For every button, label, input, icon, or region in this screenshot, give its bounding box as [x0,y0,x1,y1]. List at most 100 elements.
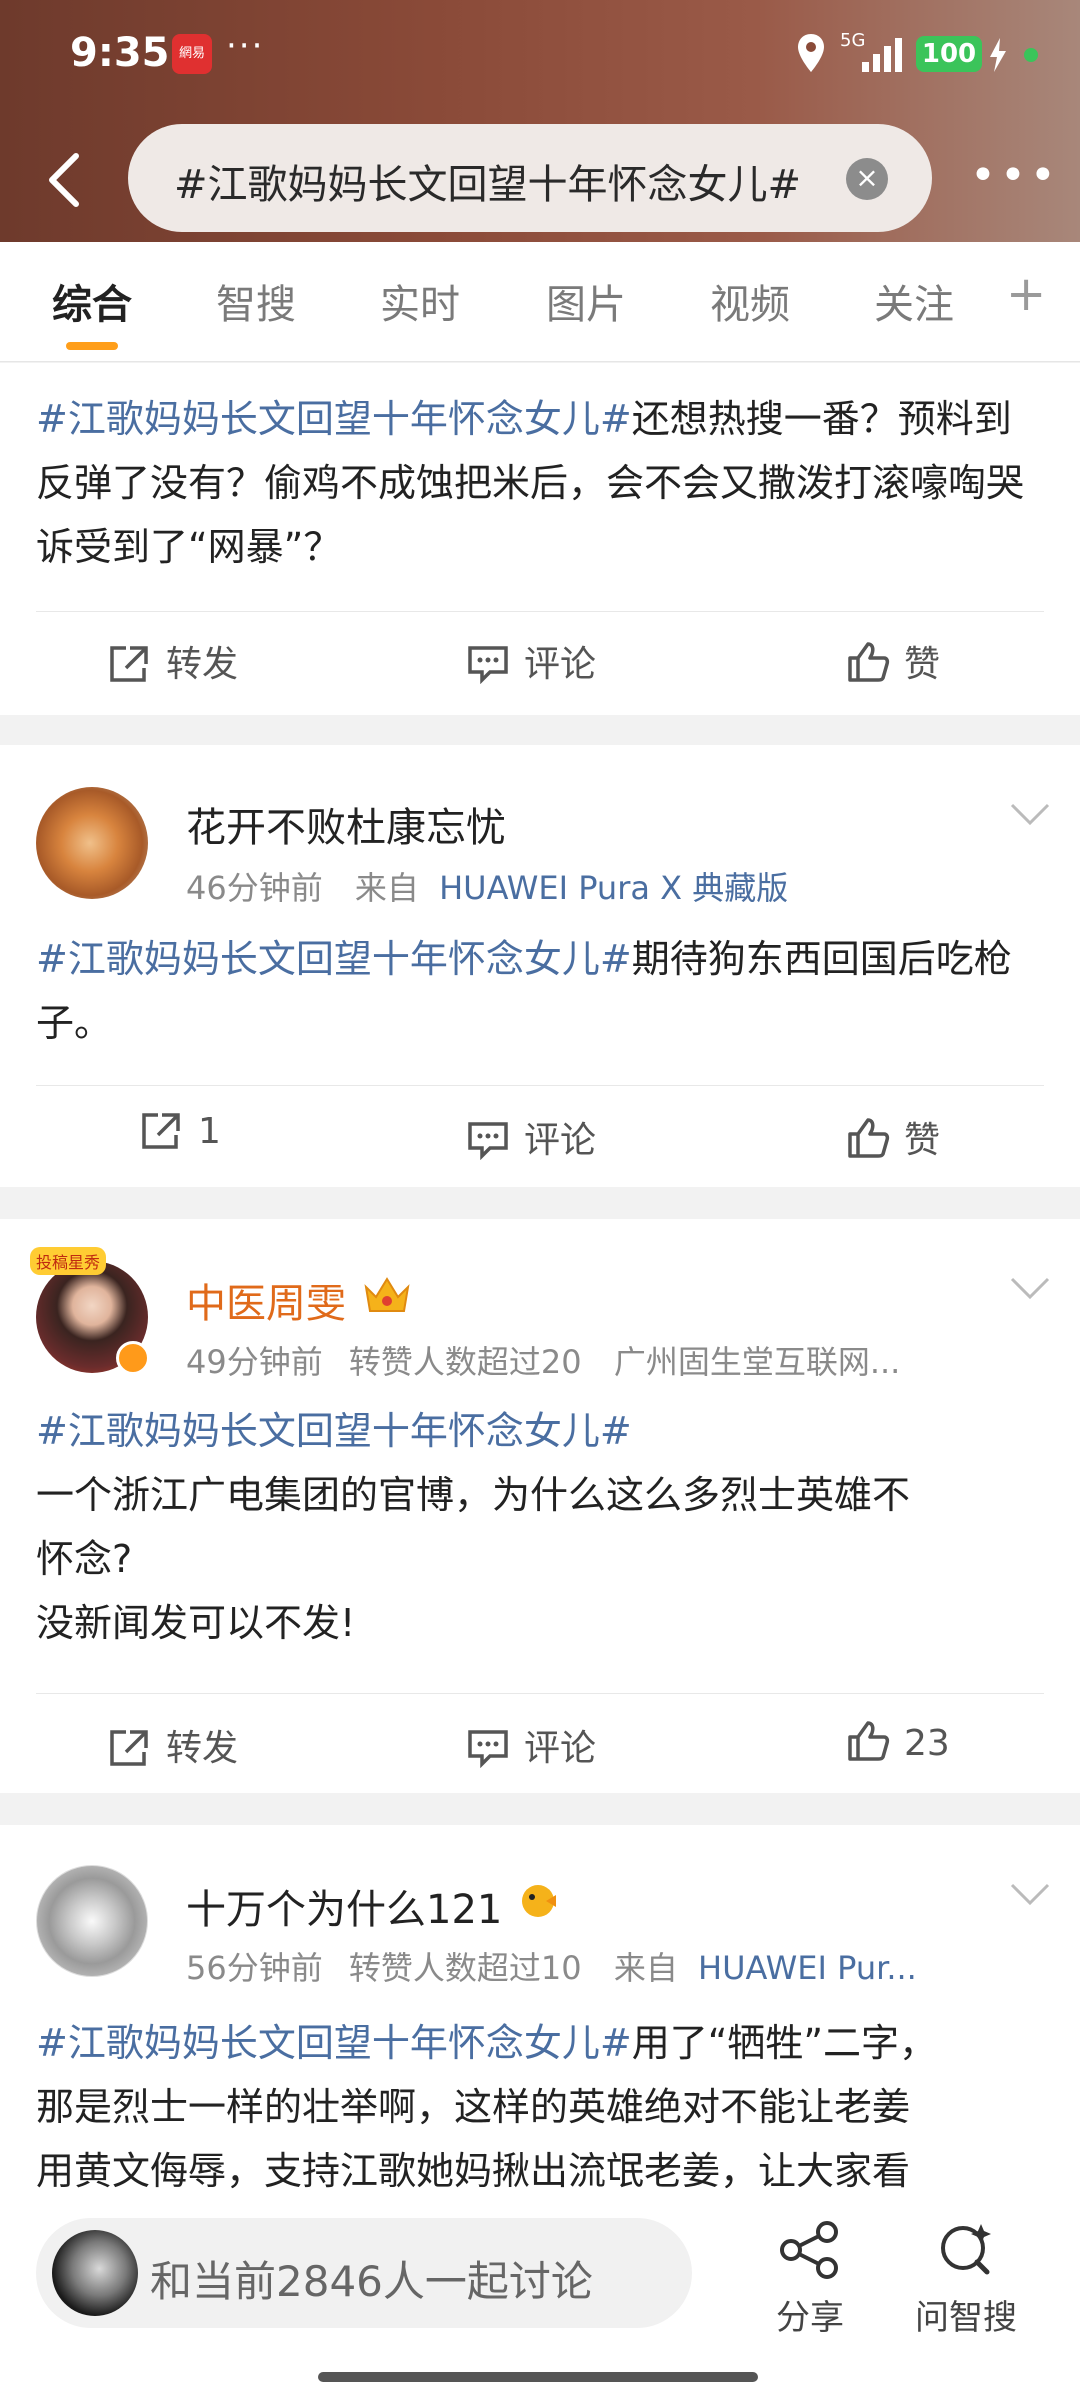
comment-button[interactable]: 评论 [466,635,596,687]
hashtag-link[interactable]: #江歌妈妈长文回望十年怀念女儿# [36,2021,632,2065]
like-label: 赞 [904,644,941,685]
comment-label: 评论 [524,1728,597,1769]
pufferfish-emoji-icon [522,1885,556,1917]
smart-search-icon [941,2224,991,2275]
repost-button[interactable]: 转发 [108,635,238,687]
post-source[interactable]: HUAWEI Pura X 典藏版 [439,869,788,907]
repost-label: 转发 [166,1728,239,1769]
post-source[interactable]: 广州固生堂互联网... [614,1343,901,1381]
location-icon [798,34,824,72]
repost-icon [110,646,148,682]
bottom-bar: 和当前2846人一起讨论 分享 问智搜 [0,2194,1080,2400]
tab-realtime[interactable]: 实时 [380,272,460,330]
divider [36,611,1044,612]
crown-icon [364,1277,410,1312]
status-bar: 9:35 網易 ··· 5G 100 [0,0,1080,110]
repost-icon [142,1113,180,1149]
home-indicator[interactable] [318,2372,758,2382]
like-label: 赞 [904,1120,941,1161]
username[interactable]: 花开不败杜康忘忧 [186,795,506,853]
like-button[interactable]: 赞 [846,1111,940,1163]
post-body-line: 那是烈士一样的壮举啊，这样的英雄绝对不能让老姜 [36,2085,911,2129]
chevron-down-icon[interactable] [1008,1275,1052,1301]
hashtag-link[interactable]: #江歌妈妈长文回望十年怀念女儿# [36,397,632,441]
avatar[interactable] [36,1865,148,1977]
post-body-line: 没新闻发可以不发! [36,1601,356,1645]
post-text: #江歌妈妈长文回望十年怀念女儿#还想热搜一番？预料到反弹了没有？偷鸡不成蚀把米后… [36,387,1046,579]
tab-videos[interactable]: 视频 [710,272,790,330]
divider [36,1693,1044,1694]
username[interactable]: 十万个为什么121 [186,1877,502,1935]
chevron-down-icon[interactable] [1008,801,1052,827]
like-button[interactable]: 赞 [846,635,940,687]
back-icon[interactable] [40,150,90,210]
repost-label: 转发 [166,644,239,685]
share-label: 分享 [776,2298,844,2338]
post-meta: 56分钟前 转赞人数超过10 来自 HUAWEI Pur... [186,1943,917,1989]
post-time: 46分钟前 [186,869,323,907]
search-query[interactable]: #江歌妈妈长文回望十年怀念女儿# [174,152,814,204]
like-button[interactable]: 23 [846,1719,950,1764]
username[interactable]: 中医周雯 [186,1271,346,1329]
avatar[interactable] [36,787,148,899]
ask-smart-search-label: 问智搜 [915,2298,1017,2338]
repost-icon [110,1730,148,1766]
post-card[interactable]: 花开不败杜康忘忧 46分钟前 来自 HUAWEI Pura X 典藏版 #江歌妈… [0,745,1080,1187]
thumbs-up-icon [848,642,890,682]
discussion-input[interactable]: 和当前2846人一起讨论 [36,2218,692,2328]
post-card[interactable]: #江歌妈妈长文回望十年怀念女儿#还想热搜一番？预料到反弹了没有？偷鸡不成蚀把米后… [0,363,1080,715]
comment-button[interactable]: 评论 [466,1111,596,1163]
avatar-badge: 投稿星秀 [30,1247,107,1275]
verified-badge-icon [116,1341,150,1375]
post-card[interactable]: 投稿星秀 中医周雯 49分钟前 转赞人数超过20 广州固生堂互联网... #江歌… [0,1219,1080,1793]
post-repost-threshold: 转赞人数超过20 [348,1343,582,1381]
post-text: #江歌妈妈长文回望十年怀念女儿#用了“牺牲”二字， 那是烈士一样的壮举啊，这样的… [36,2011,1046,2194]
discussion-prompt: 和当前2846人一起讨论 [150,2257,593,2306]
post-text: #江歌妈妈长文回望十年怀念女儿#期待狗东西回国后吃枪子。 [36,927,1046,1055]
repost-button[interactable]: 转发 [108,1719,238,1771]
comment-button[interactable]: 评论 [466,1719,596,1771]
comment-icon [468,1730,508,1769]
tab-following[interactable]: 关注 [874,272,954,330]
chevron-down-icon[interactable] [1008,1881,1052,1907]
share-icon [780,2221,838,2279]
divider [36,1085,1044,1086]
like-count: 23 [904,1723,950,1764]
more-options-icon[interactable]: ••• [970,150,1060,201]
repost-count: 1 [198,1111,221,1152]
tab-comprehensive[interactable]: 综合 [52,272,132,330]
tab-bar: 综合 智搜 实时 图片 视频 关注 + [0,242,1080,362]
notification-dots: ··· [226,26,265,66]
source-prefix: 来自 [354,869,419,907]
add-tab-icon[interactable]: + [1006,266,1046,322]
hashtag-link[interactable]: #江歌妈妈长文回望十年怀念女儿# [36,1399,1046,1463]
post-body-line: 怀念? [36,1537,133,1581]
active-tab-indicator [66,342,118,350]
search-bar[interactable]: #江歌妈妈长文回望十年怀念女儿# × [128,124,932,232]
post-meta: 46分钟前 来自 HUAWEI Pura X 典藏版 [186,863,788,909]
ask-smart-search-button[interactable]: 问智搜 [896,2220,1036,2339]
post-card[interactable]: 十万个为什么121 56分钟前 转赞人数超过10 来自 HUAWEI Pur..… [0,1825,1080,2194]
post-body-line: 用黄文侮辱，支持江歌她妈揪出流氓老姜，让大家看 [36,2149,911,2193]
share-button[interactable]: 分享 [740,2220,880,2339]
post-time: 56分钟前 [186,1949,323,1987]
post-source[interactable]: HUAWEI Pur... [698,1949,917,1987]
charging-icon [990,38,1006,72]
repost-button[interactable]: 1 [140,1111,221,1152]
comment-label: 评论 [524,644,597,685]
source-prefix: 来自 [613,1949,678,1987]
post-text: #江歌妈妈长文回望十年怀念女儿# 一个浙江广电集团的官博，为什么这么多烈士英雄不… [36,1399,1046,1655]
comment-icon [468,646,508,685]
thumbs-up-icon [848,1721,890,1761]
post-meta: 49分钟前 转赞人数超过20 广州固生堂互联网... [186,1337,900,1383]
header: 9:35 網易 ··· 5G 100 #江歌妈妈长文回望十年怀念女儿# × ••… [0,0,1080,242]
tab-images[interactable]: 图片 [546,272,626,330]
status-dot [1024,48,1038,62]
close-icon[interactable]: × [846,158,888,200]
thumbs-up-icon [848,1118,890,1158]
netease-app-icon: 網易 [172,34,212,74]
tab-smart-search[interactable]: 智搜 [216,272,296,330]
battery-indicator: 100 [916,36,982,72]
comment-label: 评论 [524,1120,597,1161]
hashtag-link[interactable]: #江歌妈妈长文回望十年怀念女儿# [36,937,632,981]
